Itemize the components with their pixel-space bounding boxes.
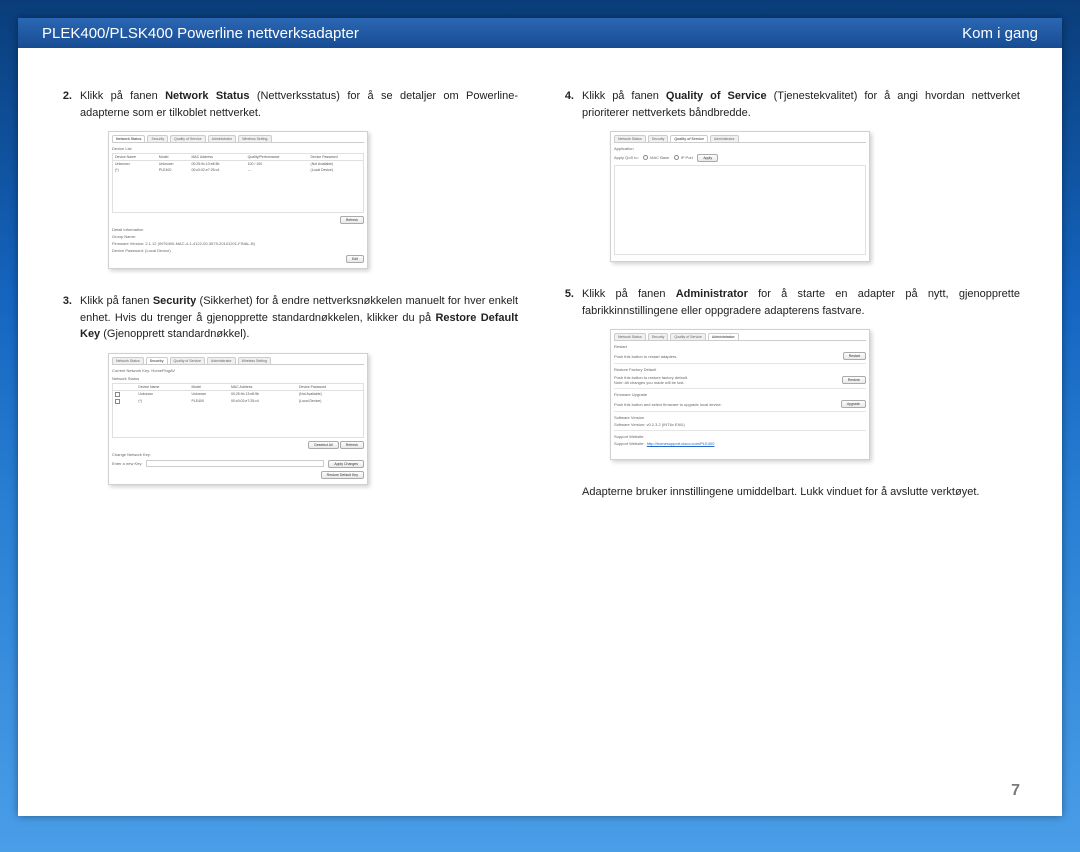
closing-text: Adapterne bruker innstillingene umiddelb… <box>562 484 1020 501</box>
section-sw-version: Software Version <box>614 415 866 420</box>
item-number: 2. <box>60 88 80 121</box>
ss-tabs: Network Status Security Quality of Servi… <box>112 135 364 143</box>
instruction-item-5: 5. Klikk på fanen Administrator for å st… <box>562 286 1020 319</box>
item-text: Klikk på fanen Security (Sikkerhet) for … <box>80 293 518 343</box>
tab-administrator: Administrator <box>710 135 739 142</box>
section-firmware: Firmware Upgrade <box>614 392 866 397</box>
device-table-area: Device Name Model MAC Address Quality/Pe… <box>112 153 364 213</box>
edit-button: Edit <box>346 255 364 263</box>
support-link: http://homesupport.cisco.com/PLE400 <box>647 441 715 446</box>
radio-icon <box>643 155 648 160</box>
tab-administrator: Administrator <box>708 333 739 340</box>
tab-security: Security <box>146 357 168 364</box>
screenshot-administrator: Network Status Security Quality of Servi… <box>610 329 870 460</box>
tab-administrator: Administrator <box>208 135 237 142</box>
refresh-button: Refresh <box>340 441 364 449</box>
restart-line: Push this button to restart adapters. <box>614 354 677 359</box>
tab-network-status: Network Status <box>614 135 646 142</box>
apply-qos-label: Apply QoS to: <box>614 155 639 160</box>
tab-security: Security <box>648 135 669 142</box>
restore-button: Restore <box>842 376 866 384</box>
apply-qos-row: Apply QoS to: MAC Base IP Port Apply <box>614 154 866 162</box>
tab-qos: Quality of Service <box>170 357 205 364</box>
ss-tabs: Network Status Security Quality of Servi… <box>614 333 866 341</box>
enter-key-label: Enter a new Key: <box>112 461 142 466</box>
radio-icon <box>674 155 679 160</box>
current-key-line: Current Network Key: HomePlugAV <box>112 368 364 373</box>
restart-button: Restart <box>843 352 866 360</box>
screenshot-qos: Network Status Security Quality of Servi… <box>610 131 870 262</box>
section-support: Support Website <box>614 434 866 439</box>
detail-line: Group Name: <box>112 234 364 239</box>
fw-line: Push this button and select firmware to … <box>614 402 722 407</box>
screenshot-network-status: Network Status Security Quality of Servi… <box>108 131 368 269</box>
ss-tabs: Network Status Security Quality of Servi… <box>112 357 364 365</box>
section-application: Application <box>614 146 866 151</box>
section-restart: Restart <box>614 344 866 349</box>
sw-version-line: Software Version: v0.2.3.2 (INT6x ENU) <box>614 422 866 427</box>
section-detail-info: Detail Information <box>112 227 364 232</box>
header-title-right: Kom i gang <box>962 25 1038 42</box>
security-table-area: Device Name Model MAC Address Device Pas… <box>112 383 364 438</box>
table-row: (*) PLE400 00:c0:02:e7:25:c4 (Local Devi… <box>113 398 363 405</box>
tab-network-status: Network Status <box>112 357 144 364</box>
table-row: Unknown Unknown 00:25:9c:13:e8:5b (Not A… <box>113 390 363 398</box>
tab-network-status: Network Status <box>112 135 145 142</box>
detail-line: Device Password: (Local Device) <box>112 248 364 253</box>
upgrade-button: Upgrade <box>841 400 866 408</box>
factory-line2: Note: All changes you made will be lost. <box>614 380 684 385</box>
item-number: 4. <box>562 88 582 121</box>
page-body: 2. Klikk på fanen Network Status (Nettve… <box>18 48 1062 509</box>
checkbox-icon <box>115 392 120 397</box>
tab-qos: Quality of Service <box>170 135 205 142</box>
tab-security: Security <box>648 333 669 340</box>
qos-body-area <box>614 165 866 255</box>
tab-qos: Quality of Service <box>670 333 705 340</box>
refresh-button: Refresh <box>340 216 364 224</box>
tab-wireless: Wireless Setting <box>238 135 271 142</box>
support-line: Support Website: http://homesupport.cisc… <box>614 441 866 446</box>
instruction-item-2: 2. Klikk på fanen Network Status (Nettve… <box>60 88 518 121</box>
document-page: PLEK400/PLSK400 Powerline nettverksadapt… <box>18 18 1062 816</box>
checkbox-icon <box>115 399 120 404</box>
item-text: Klikk på fanen Administrator for å start… <box>582 286 1020 319</box>
section-change-key: Change Network Key: <box>112 452 364 457</box>
left-column: 2. Klikk på fanen Network Status (Nettve… <box>60 88 518 509</box>
instruction-item-3: 3. Klikk på fanen Security (Sikkerhet) f… <box>60 293 518 343</box>
header-title-left: PLEK400/PLSK400 Powerline nettverksadapt… <box>42 25 359 42</box>
page-number: 7 <box>1011 782 1020 800</box>
item-number: 3. <box>60 293 80 343</box>
tab-administrator: Administrator <box>207 357 236 364</box>
deselect-all-button: Deselect All <box>308 441 338 449</box>
item-text: Klikk på fanen Quality of Service (Tjene… <box>582 88 1020 121</box>
table-row: (*) PLE400 00:c0:02:e7:25:c4 --- (Local … <box>113 167 363 173</box>
section-device-list: Device List <box>112 146 364 151</box>
restore-default-key-button: Restore Default Key <box>321 471 364 479</box>
apply-button: Apply <box>697 154 718 162</box>
page-header: PLEK400/PLSK400 Powerline nettverksadapt… <box>18 18 1062 48</box>
right-column: 4. Klikk på fanen Quality of Service (Tj… <box>562 88 1020 509</box>
apply-changes-button: Apply Changes <box>328 460 364 468</box>
section-factory: Restore Factory Default <box>614 367 866 372</box>
key-input <box>146 460 324 467</box>
ss-tabs: Network Status Security Quality of Servi… <box>614 135 866 143</box>
tab-qos: Quality of Service <box>670 135 708 142</box>
tab-wireless: Wireless Setting <box>238 357 271 364</box>
instruction-item-4: 4. Klikk på fanen Quality of Service (Tj… <box>562 88 1020 121</box>
detail-line: Firmware Version: 2.1.12 (INT6400-MAC-4-… <box>112 241 364 246</box>
item-number: 5. <box>562 286 582 319</box>
tab-security: Security <box>147 135 168 142</box>
enter-key-row: Enter a new Key: Apply Changes <box>112 460 364 468</box>
screenshot-security: Network Status Security Quality of Servi… <box>108 353 368 485</box>
section-network-status: Network Status <box>112 376 364 381</box>
item-text: Klikk på fanen Network Status (Nettverks… <box>80 88 518 121</box>
tab-network-status: Network Status <box>614 333 646 340</box>
